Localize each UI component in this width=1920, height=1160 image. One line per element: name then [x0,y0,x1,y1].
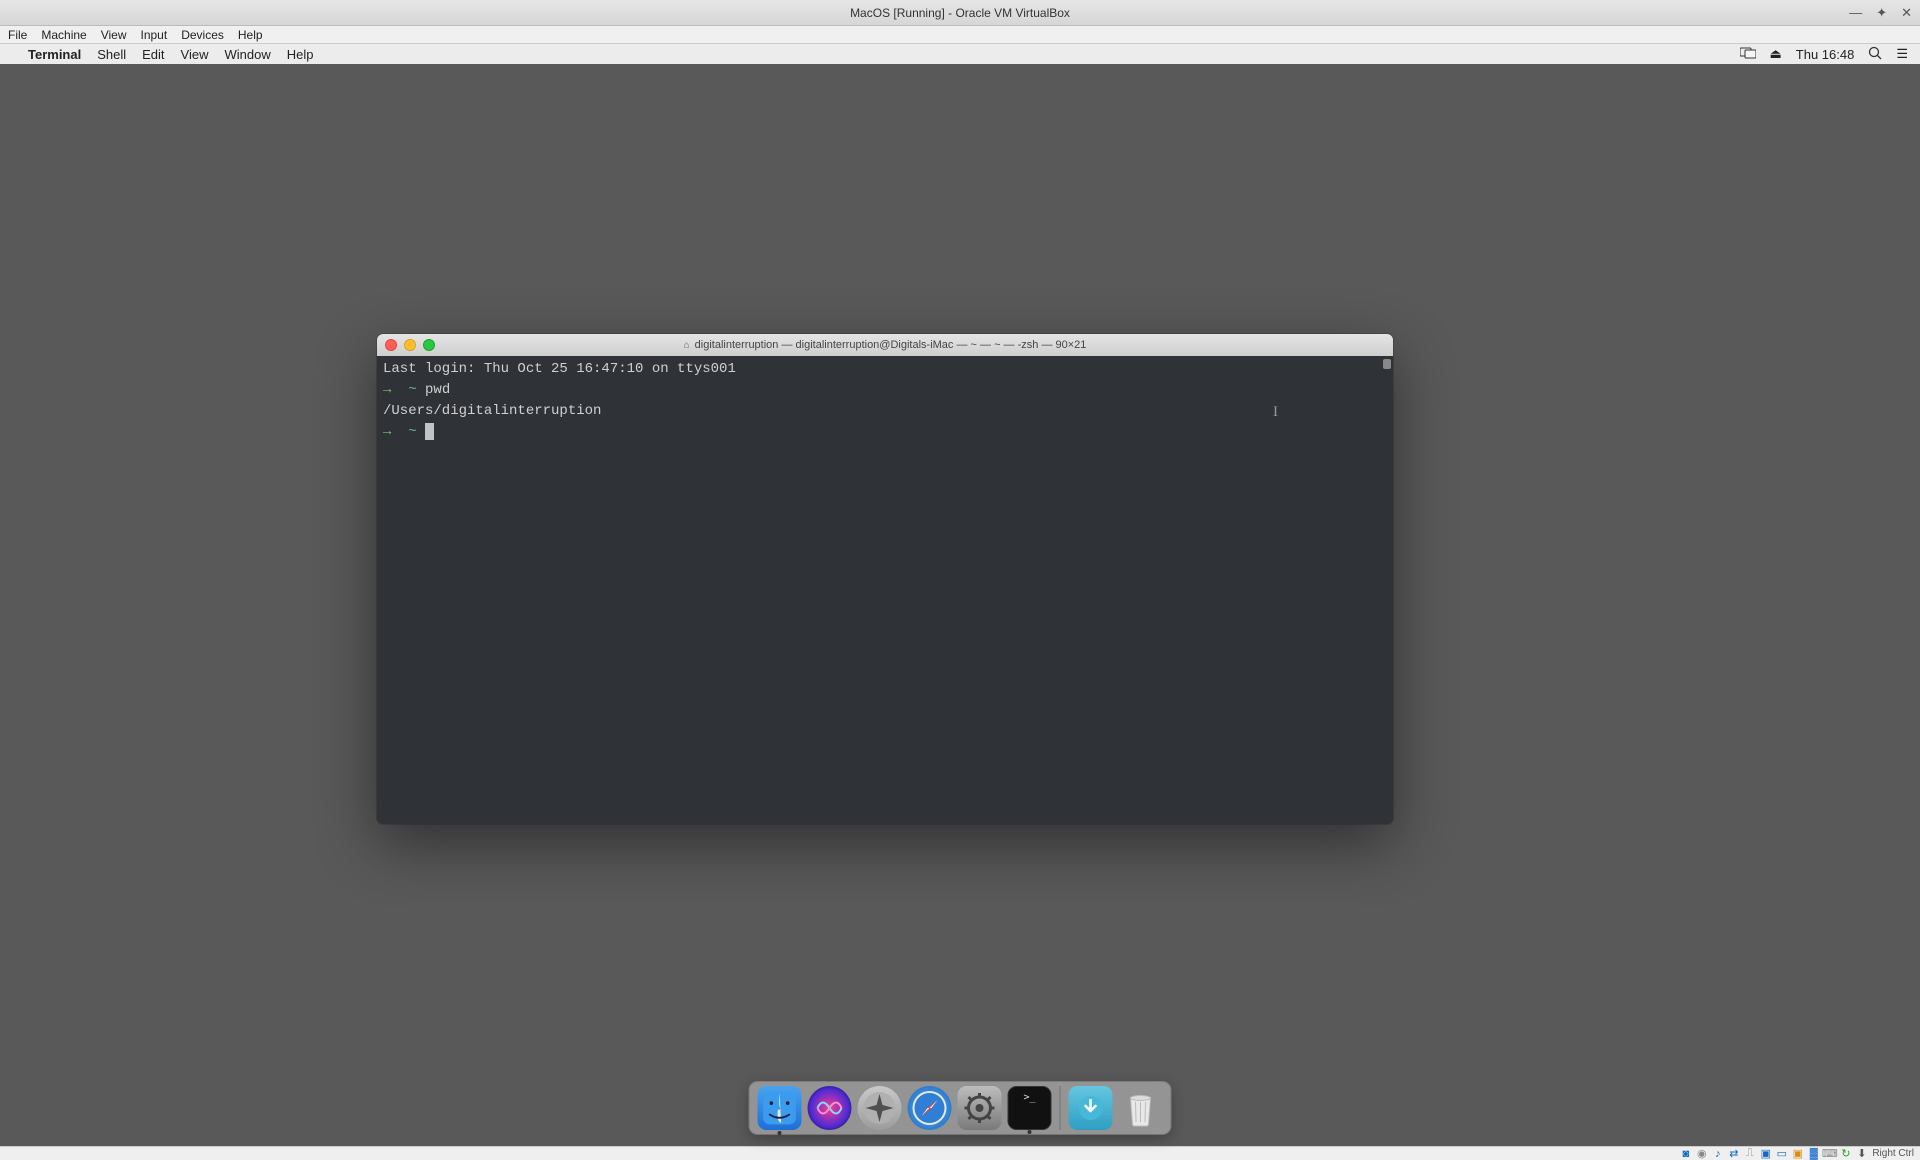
vb-hostkey-label: Right Ctrl [1872,1148,1914,1159]
window-minimize-button[interactable] [404,339,416,351]
vb-menu-view[interactable]: View [101,28,127,42]
terminal-line-prompt-2: → ~ [383,422,1387,443]
traffic-lights [385,339,435,351]
vb-menu-input[interactable]: Input [141,28,168,42]
prompt-tilde: ~ [408,382,416,398]
menubar-clock[interactable]: Thu 16:48 [1796,47,1855,62]
terminal-command-1: pwd [425,382,450,398]
mac-menu-view[interactable]: View [181,47,209,62]
vb-recording-icon[interactable]: ▣ [1791,1147,1804,1160]
mac-menu-help[interactable]: Help [287,47,314,62]
terminal-line-output-1: /Users/digitalinterruption [383,401,1387,422]
vb-shared-folders-icon[interactable]: ▣ [1759,1147,1772,1160]
vb-processor-icon[interactable]: ▓ [1807,1147,1820,1160]
text-cursor-ibeam-icon: I [1273,402,1278,423]
dock-separator [1060,1086,1061,1130]
vb-display-icon[interactable]: ▭ [1775,1147,1788,1160]
mac-menu-edit[interactable]: Edit [142,47,164,62]
dock-siri-icon[interactable] [808,1086,852,1130]
mac-menu-app[interactable]: Terminal [28,47,81,62]
spotlight-icon[interactable] [1868,46,1882,63]
vb-mouse-integration-icon[interactable]: ⌨ [1823,1147,1836,1160]
terminal-line-prompt-1: → ~ pwd [383,380,1387,401]
terminal-line-last-login: Last login: Thu Oct 25 16:47:10 on ttys0… [383,359,1387,380]
macos-dock: >_ [750,1082,1171,1134]
vb-minimize-button[interactable]: — [1849,5,1862,21]
vb-usb-icon[interactable]: ⎍ [1743,1147,1756,1160]
dock-system-preferences-icon[interactable] [958,1086,1002,1130]
home-icon: ⌂ [684,340,690,351]
virtualbox-window-controls: — ✦ ✕ [1849,5,1912,21]
virtualbox-window-title: MacOS [Running] - Oracle VM VirtualBox [850,6,1070,20]
notification-center-icon[interactable]: ☰ [1896,46,1908,62]
dock-downloads-icon[interactable] [1069,1086,1113,1130]
prompt-arrow-icon: → [383,424,391,440]
virtualbox-titlebar: MacOS [Running] - Oracle VM VirtualBox —… [0,0,1920,26]
prompt-tilde: ~ [408,424,416,440]
dock-terminal-icon[interactable]: >_ [1008,1086,1052,1130]
terminal-cursor [425,423,434,440]
vb-menu-machine[interactable]: Machine [41,28,86,42]
terminal-title-text: digitalinterruption — digitalinterruptio… [695,339,1087,351]
vb-network-icon[interactable]: ⇄ [1727,1147,1740,1160]
mac-menu-shell[interactable]: Shell [97,47,126,62]
window-close-button[interactable] [385,339,397,351]
vb-menu-file[interactable]: File [8,28,27,42]
terminal-body[interactable]: Last login: Thu Oct 25 16:47:10 on ttys0… [377,356,1393,824]
mac-menu-window[interactable]: Window [225,47,271,62]
macos-guest-screen: Terminal Shell Edit View Window Help ⏏ T… [0,44,1920,1146]
vb-close-button[interactable]: ✕ [1901,5,1912,21]
terminal-scrollbar[interactable] [1383,359,1391,369]
vb-status-icons: ◙ ◉ ♪ ⇄ ⎍ ▣ ▭ ▣ ▓ ⌨ ↻ ⬇ [1679,1147,1868,1160]
vb-hostkey-status-icon[interactable]: ↻ [1839,1147,1852,1160]
virtualbox-menubar: File Machine View Input Devices Help [0,26,1920,44]
eject-icon[interactable]: ⏏ [1770,46,1782,62]
virtualbox-statusbar: ◙ ◉ ♪ ⇄ ⎍ ▣ ▭ ▣ ▓ ⌨ ↻ ⬇ Right Ctrl [0,1146,1920,1160]
vb-optical-disk-icon[interactable]: ◉ [1695,1147,1708,1160]
dock-finder-icon[interactable] [758,1086,802,1130]
vb-menu-help[interactable]: Help [238,28,263,42]
window-zoom-button[interactable] [423,339,435,351]
vb-hard-disk-icon[interactable]: ◙ [1679,1147,1692,1160]
prompt-arrow-icon: → [383,382,391,398]
vb-audio-icon[interactable]: ♪ [1711,1147,1724,1160]
vb-maximize-button[interactable]: ✦ [1876,5,1887,21]
dock-launchpad-icon[interactable] [858,1086,902,1130]
display-mirroring-icon[interactable] [1740,47,1756,62]
terminal-titlebar[interactable]: ⌂ digitalinterruption — digitalinterrupt… [377,334,1393,356]
macos-menubar: Terminal Shell Edit View Window Help ⏏ T… [0,44,1920,64]
vb-hostkey-arrow-icon[interactable]: ⬇ [1855,1147,1868,1160]
terminal-title: ⌂ digitalinterruption — digitalinterrupt… [684,339,1087,351]
dock-safari-icon[interactable] [908,1086,952,1130]
terminal-window[interactable]: ⌂ digitalinterruption — digitalinterrupt… [377,334,1393,824]
vb-menu-devices[interactable]: Devices [181,28,224,42]
dock-trash-icon[interactable] [1119,1086,1163,1130]
